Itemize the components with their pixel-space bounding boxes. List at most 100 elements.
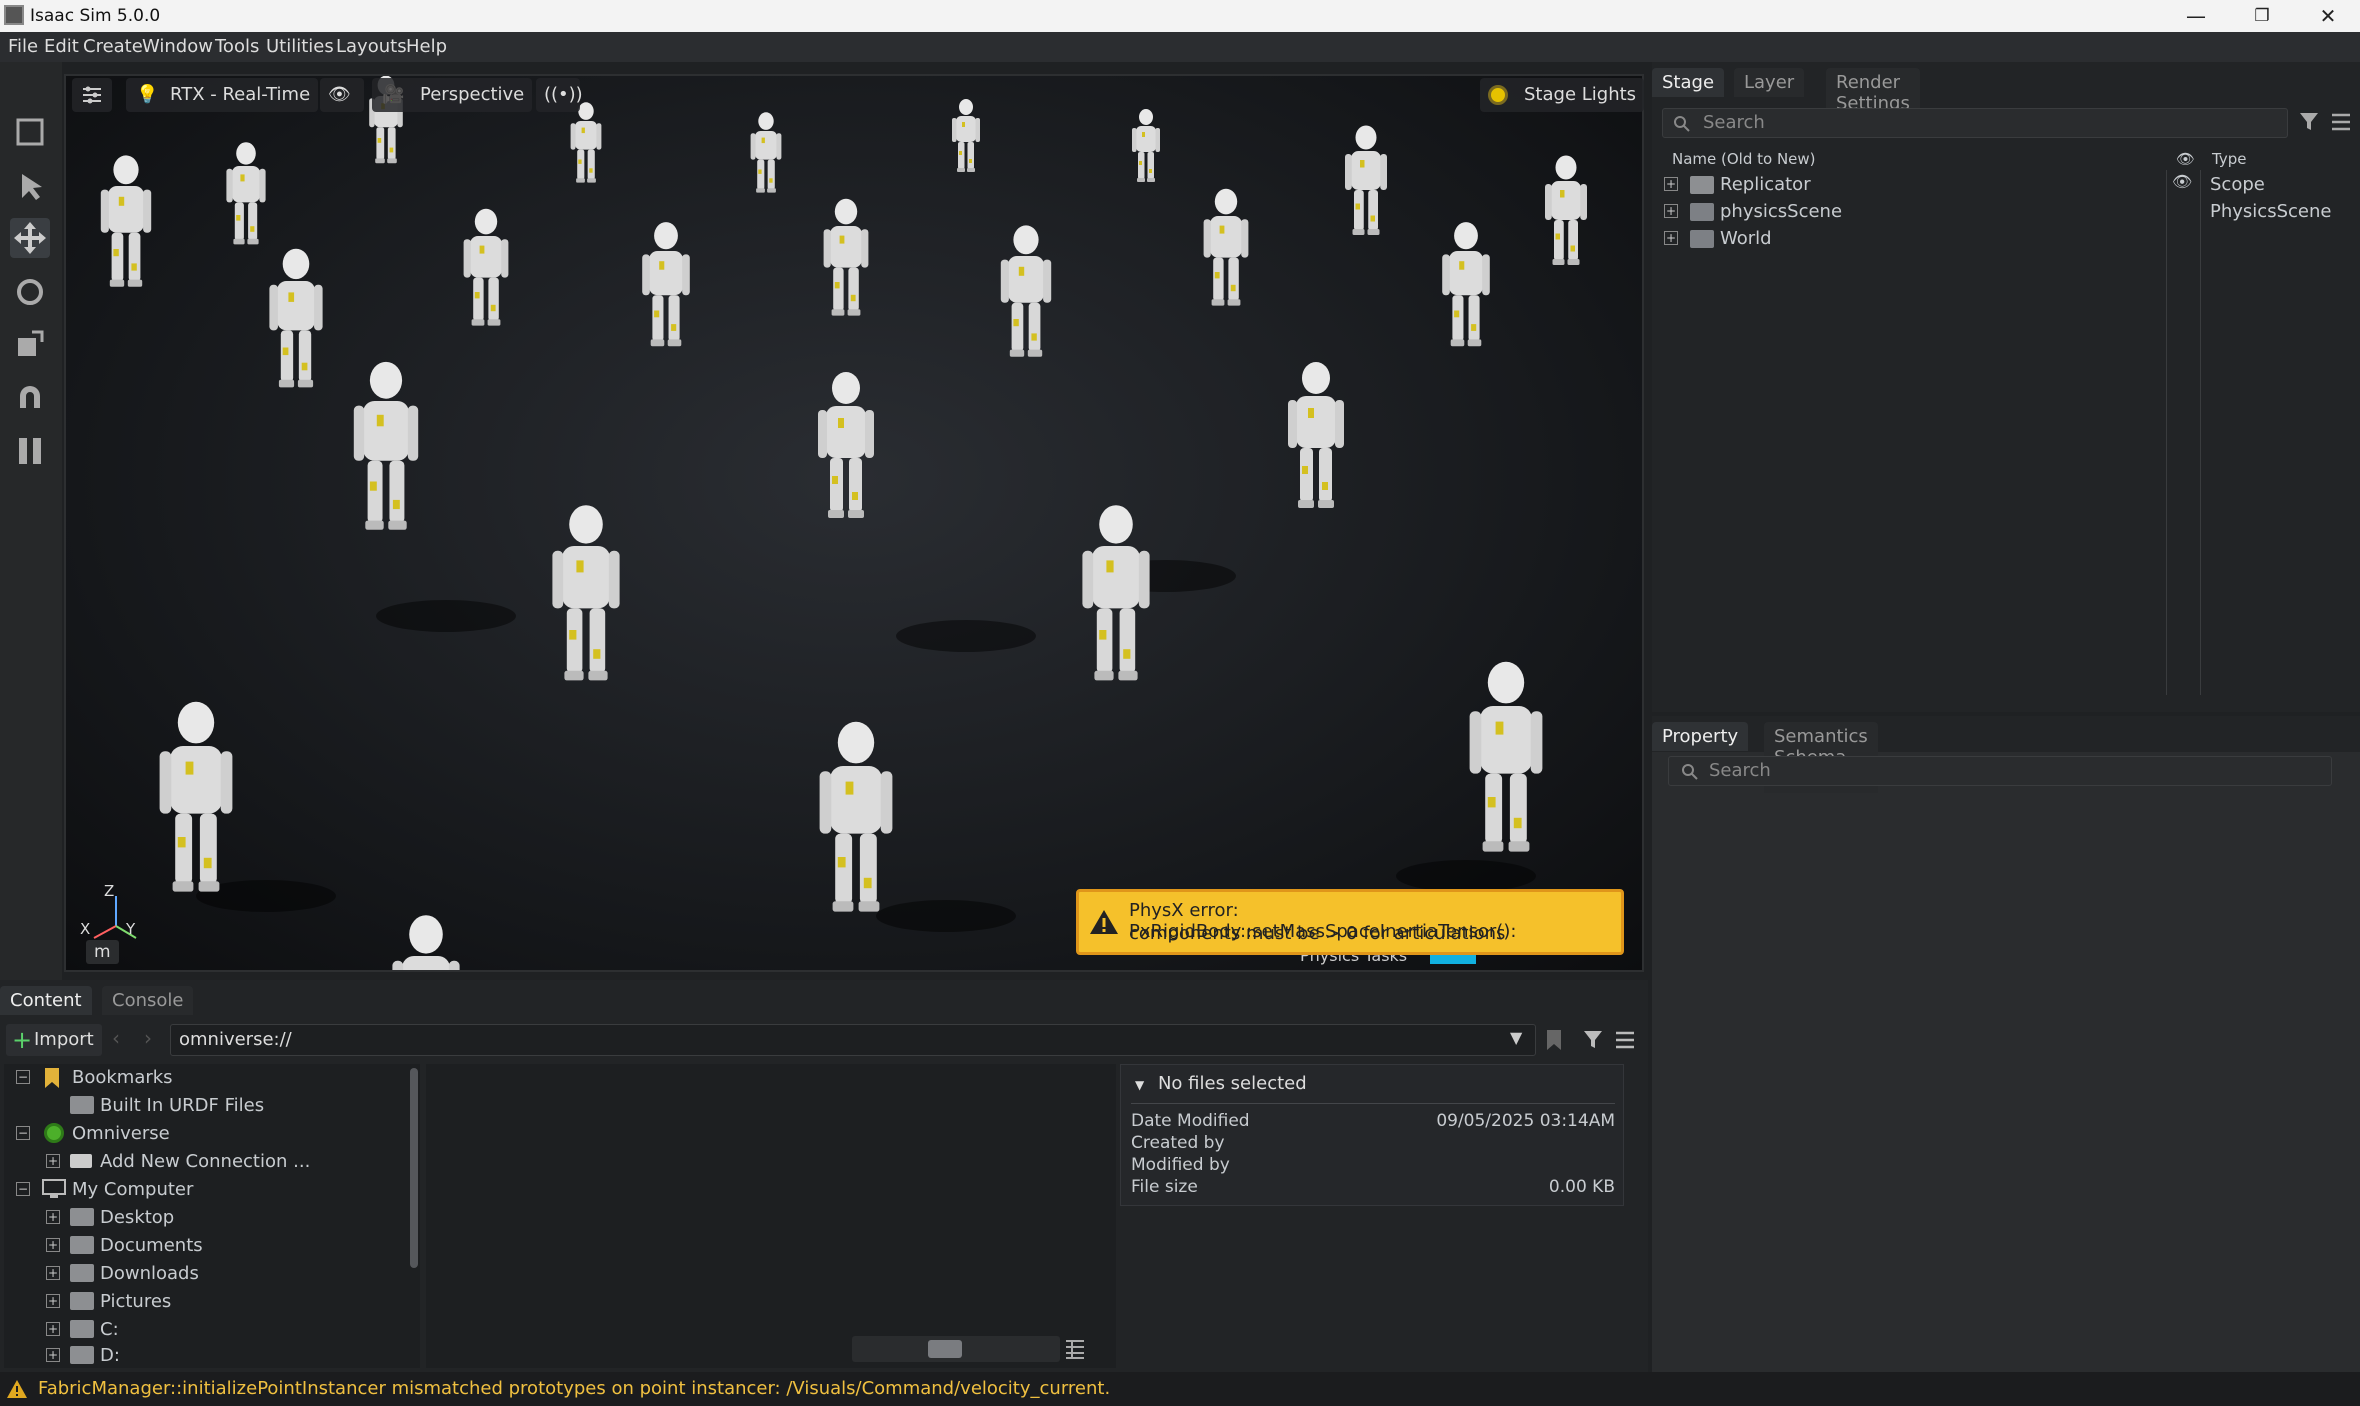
expand-icon[interactable]: + bbox=[1664, 231, 1678, 245]
property-tab-bar bbox=[1652, 716, 2360, 752]
collapse-icon[interactable]: − bbox=[16, 1126, 30, 1140]
tree-item-pictures[interactable]: + Pictures bbox=[16, 1288, 406, 1314]
tree-item-my-computer[interactable]: − My Computer bbox=[16, 1176, 406, 1202]
collapse-icon[interactable]: − bbox=[16, 1070, 30, 1084]
visibility-button[interactable]: 👁 bbox=[320, 78, 364, 112]
tree-item-built-in-urdf-files[interactable]: Built In URDF Files bbox=[16, 1092, 406, 1118]
collapse-icon[interactable]: − bbox=[16, 1182, 30, 1196]
stage-item-physicsscene[interactable]: + physicsScene PhysicsScene bbox=[1660, 199, 2354, 225]
file-info-header[interactable]: ▼ No files selected bbox=[1135, 1073, 1307, 1094]
menu-help[interactable]: Help bbox=[406, 36, 447, 57]
tree-item-label: My Computer bbox=[72, 1179, 194, 1200]
axis-y-label: Y bbox=[126, 920, 136, 938]
rotate-tool-icon[interactable] bbox=[10, 272, 50, 312]
expand-icon[interactable]: + bbox=[1664, 204, 1678, 218]
computer-icon bbox=[42, 1179, 66, 1198]
audio-button[interactable]: ((•)) bbox=[536, 78, 583, 112]
path-input[interactable]: omniverse:// bbox=[170, 1024, 1536, 1056]
tree-item-desktop[interactable]: + Desktop bbox=[16, 1204, 406, 1230]
stage-item-replicator[interactable]: + Replicator 👁 Scope bbox=[1660, 172, 2354, 198]
property-search-input[interactable]: Search bbox=[1668, 756, 2332, 786]
tree-item-add-new-connection[interactable]: + Add New Connection ... bbox=[16, 1148, 406, 1174]
lightbulb-icon: 💡 bbox=[136, 84, 159, 105]
pause-icon[interactable] bbox=[10, 430, 50, 470]
expand-icon[interactable]: + bbox=[46, 1266, 60, 1280]
stage-item-name: World bbox=[1720, 228, 1772, 249]
expand-icon[interactable]: + bbox=[46, 1348, 60, 1362]
select-arrow-icon[interactable] bbox=[10, 166, 50, 206]
snap-magnet-icon[interactable] bbox=[10, 378, 50, 418]
tree-item-d-drive[interactable]: + D: bbox=[16, 1342, 406, 1368]
import-label: Import bbox=[34, 1029, 94, 1050]
tab-console[interactable]: Console bbox=[102, 986, 194, 1015]
col-type-header[interactable]: Type bbox=[2212, 150, 2246, 168]
menu-window[interactable]: Window bbox=[142, 36, 213, 57]
expand-icon[interactable]: + bbox=[1664, 177, 1678, 191]
render-mode-button[interactable]: 💡 RTX - Real-Time bbox=[126, 78, 319, 112]
tree-item-bookmarks[interactable]: − Bookmarks bbox=[16, 1064, 406, 1090]
stage-lights-button[interactable]: Stage Lights bbox=[1480, 78, 1645, 112]
back-arrow-icon[interactable]: ‹ bbox=[112, 1026, 120, 1050]
maximize-button[interactable]: ❐ bbox=[2230, 0, 2294, 32]
menu-icon[interactable] bbox=[2330, 112, 2352, 132]
move-tool-icon[interactable] bbox=[10, 218, 50, 258]
menu-edit[interactable]: Edit bbox=[44, 36, 79, 57]
folder-icon bbox=[70, 1292, 94, 1310]
axis-z-label: Z bbox=[104, 882, 115, 900]
tab-layer[interactable]: Layer bbox=[1734, 68, 1805, 97]
thumbnail-size-slider[interactable] bbox=[852, 1336, 1060, 1362]
forward-arrow-icon[interactable]: › bbox=[144, 1026, 152, 1050]
camera-icon: 🎥 bbox=[382, 84, 405, 105]
tab-stage[interactable]: Stage bbox=[1652, 68, 1725, 97]
file-list-pane[interactable] bbox=[426, 1064, 1116, 1368]
file-info-pane: ▼ No files selected Date Modified 09/05/… bbox=[1120, 1064, 1624, 1206]
select-mode-icon[interactable] bbox=[10, 112, 50, 152]
status-bar[interactable]: FabricManager::initializePointInstancer … bbox=[0, 1372, 2360, 1406]
tab-content[interactable]: Content bbox=[0, 986, 92, 1015]
expand-icon[interactable]: + bbox=[46, 1294, 60, 1308]
viewport-settings-button[interactable] bbox=[72, 78, 112, 112]
bookmark-icon[interactable] bbox=[1544, 1028, 1564, 1052]
menu-create[interactable]: Create bbox=[83, 36, 143, 57]
unit-label[interactable]: m bbox=[86, 940, 119, 964]
tree-item-omniverse[interactable]: − Omniverse bbox=[16, 1120, 406, 1146]
tree-item-label: Omniverse bbox=[72, 1123, 170, 1144]
tree-item-downloads[interactable]: + Downloads bbox=[16, 1260, 406, 1286]
minimize-button[interactable]: — bbox=[2164, 0, 2228, 32]
filter-icon[interactable] bbox=[2298, 110, 2320, 132]
menu-tools[interactable]: Tools bbox=[215, 36, 259, 57]
col-name-header[interactable]: Name (Old to New) bbox=[1672, 150, 1816, 168]
expand-icon[interactable]: + bbox=[46, 1210, 60, 1224]
left-toolbar bbox=[0, 62, 62, 980]
3d-viewport[interactable]: Z X Y m bbox=[64, 74, 1644, 972]
prim-icon bbox=[1690, 230, 1714, 248]
tree-item-documents[interactable]: + Documents bbox=[16, 1232, 406, 1258]
expand-icon[interactable]: + bbox=[46, 1322, 60, 1336]
slider-handle[interactable] bbox=[928, 1340, 962, 1358]
stage-item-world[interactable]: + World bbox=[1660, 226, 2354, 252]
tree-item-label: Pictures bbox=[100, 1291, 172, 1312]
menu-utilities[interactable]: Utilities bbox=[266, 36, 334, 57]
grid-view-icon[interactable] bbox=[1064, 1338, 1086, 1360]
filter-icon[interactable] bbox=[1582, 1028, 1604, 1050]
tree-scrollbar[interactable] bbox=[410, 1068, 418, 1268]
menu-file[interactable]: File bbox=[8, 36, 38, 57]
warning-icon bbox=[1090, 910, 1118, 934]
close-button[interactable]: ✕ bbox=[2296, 0, 2360, 32]
tree-item-label: D: bbox=[100, 1345, 120, 1366]
stage-search-input[interactable]: Search bbox=[1662, 108, 2288, 138]
tree-item-c-drive[interactable]: + C: bbox=[16, 1316, 406, 1342]
camera-button[interactable]: 🎥 Perspective bbox=[372, 78, 533, 112]
expand-icon[interactable]: + bbox=[46, 1154, 60, 1168]
tab-property[interactable]: Property bbox=[1652, 722, 1749, 751]
eye-icon[interactable]: 👁 bbox=[2172, 172, 2192, 191]
expand-icon[interactable]: + bbox=[46, 1238, 60, 1252]
file-info-header-label: No files selected bbox=[1157, 1073, 1307, 1094]
import-button[interactable]: + Import bbox=[6, 1024, 102, 1056]
physx-error-popup[interactable]: PhysX error: PxRigidBody::setMassSpaceIn… bbox=[1076, 889, 1624, 955]
menu-icon[interactable] bbox=[1614, 1030, 1636, 1050]
sun-icon bbox=[1488, 85, 1508, 105]
scale-tool-icon[interactable] bbox=[10, 324, 50, 364]
path-dropdown-icon[interactable]: ▼ bbox=[1510, 1028, 1522, 1047]
menu-layouts[interactable]: Layouts bbox=[336, 36, 407, 57]
